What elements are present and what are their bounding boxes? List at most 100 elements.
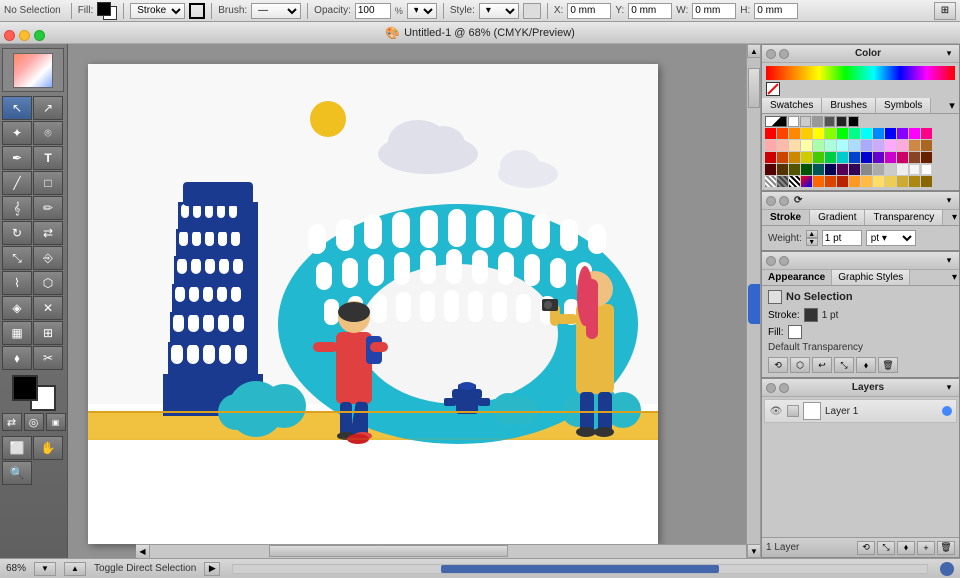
gray-swatch[interactable]	[800, 116, 811, 127]
swatch[interactable]	[873, 164, 884, 175]
swatch[interactable]	[849, 176, 860, 187]
swatch[interactable]	[825, 128, 836, 139]
opacity-input[interactable]: 100	[355, 3, 391, 19]
swatch[interactable]	[849, 140, 860, 151]
stroke-color-swatch[interactable]	[804, 308, 818, 322]
layers-panel-min[interactable]	[779, 383, 789, 393]
swatches-tab[interactable]: Swatches	[762, 98, 822, 113]
mac-minimize-btn[interactable]	[19, 30, 30, 41]
h-input[interactable]: 0 mm	[754, 3, 798, 19]
swatch[interactable]	[873, 176, 884, 187]
swatch[interactable]	[909, 176, 920, 187]
swatch[interactable]	[813, 128, 824, 139]
direct-selection-tool-btn[interactable]: ↗	[33, 96, 63, 120]
swatch[interactable]	[921, 176, 932, 187]
swatch[interactable]	[825, 164, 836, 175]
color-mode-btn[interactable]: ▣	[46, 413, 66, 431]
stroke-panel-min[interactable]	[779, 196, 789, 206]
swatch[interactable]	[765, 128, 776, 139]
progress-thumb[interactable]	[441, 565, 718, 573]
toggle-arrow-btn[interactable]: ▶	[204, 562, 220, 576]
eyedropper-btn[interactable]: ◈	[2, 296, 32, 320]
appearance-copy-btn[interactable]: ↩	[812, 357, 832, 373]
swatch[interactable]	[885, 152, 896, 163]
swatch[interactable]	[861, 128, 872, 139]
layer-lock-btn[interactable]	[787, 405, 799, 417]
med-gray-swatch[interactable]	[812, 116, 823, 127]
color-tabs-expand[interactable]: ▾	[945, 98, 959, 113]
stroke-tab[interactable]: Stroke	[762, 210, 810, 225]
swatch[interactable]	[885, 164, 896, 175]
panel-collapse-tab[interactable]	[748, 284, 760, 324]
layer-target-indicator[interactable]	[942, 406, 952, 416]
swatch[interactable]	[861, 140, 872, 151]
weight-input[interactable]: 1 pt	[822, 230, 862, 246]
swatch[interactable]	[921, 164, 932, 175]
swatch[interactable]	[765, 164, 776, 175]
style-preview[interactable]	[523, 3, 541, 19]
gradient-swatch[interactable]	[801, 176, 812, 187]
appearance-expand-btn[interactable]: ▾	[950, 270, 959, 285]
move-to-new-layer-btn[interactable]: ⬧	[897, 541, 915, 555]
stroke-panel-close[interactable]	[766, 196, 776, 206]
measure-btn[interactable]: ✕	[33, 296, 63, 320]
swatch[interactable]	[897, 128, 908, 139]
swatch[interactable]	[789, 128, 800, 139]
swatch[interactable]	[825, 176, 836, 187]
black-swatch[interactable]	[848, 116, 859, 127]
appearance-panel-close[interactable]	[766, 256, 776, 266]
swatch[interactable]	[837, 176, 848, 187]
swatch[interactable]	[801, 128, 812, 139]
swatch[interactable]	[909, 140, 920, 151]
stroke-select[interactable]: Stroke	[130, 3, 185, 19]
layer-visibility-btn[interactable]: 👁	[769, 404, 783, 418]
style-select[interactable]: ▾	[479, 3, 519, 19]
swatch[interactable]	[909, 152, 920, 163]
pen-btn[interactable]: ✒	[2, 146, 32, 170]
swatch[interactable]	[897, 164, 908, 175]
appearance-panel-menu[interactable]: ▾	[943, 255, 955, 267]
dark-gray-swatch[interactable]	[824, 116, 835, 127]
hand-btn[interactable]: ✋	[33, 436, 63, 460]
color-gradient-bar[interactable]	[766, 66, 955, 80]
swatch[interactable]	[909, 128, 920, 139]
stroke-panel-expand[interactable]: ▾	[950, 210, 959, 225]
swatch[interactable]	[825, 152, 836, 163]
reflect-btn[interactable]: ⇄	[33, 221, 63, 245]
type-btn[interactable]: T	[33, 146, 63, 170]
mesh-btn[interactable]: ⊞	[33, 321, 63, 345]
rectangle-btn[interactable]: □	[33, 171, 63, 195]
swatch[interactable]	[825, 140, 836, 151]
swatch[interactable]	[789, 164, 800, 175]
swatch[interactable]	[777, 152, 788, 163]
swatch[interactable]	[849, 164, 860, 175]
white-swatch[interactable]	[788, 116, 799, 127]
swatch[interactable]	[777, 140, 788, 151]
stroke-unit-select[interactable]: pt ▾	[866, 230, 916, 246]
zoom-btn[interactable]: 🔍	[2, 461, 32, 485]
delete-layer-btn[interactable]: 🗑	[937, 541, 955, 555]
swatch[interactable]	[801, 140, 812, 151]
swap-colors-btn[interactable]: ⇄	[2, 413, 22, 431]
fill-color-swatch[interactable]	[788, 325, 802, 339]
stroke-panel-menu[interactable]: ▾	[943, 195, 955, 207]
weight-up-btn[interactable]: ▲	[806, 230, 818, 238]
layers-panel-close[interactable]	[766, 383, 776, 393]
opacity-mode[interactable]: ▾	[407, 3, 437, 19]
new-layer-btn[interactable]: +	[917, 541, 935, 555]
swatch[interactable]	[801, 164, 812, 175]
pattern-swatch[interactable]	[789, 176, 800, 187]
mac-maximize-btn[interactable]	[34, 30, 45, 41]
y-input[interactable]: 0 mm	[628, 3, 672, 19]
swatch[interactable]	[885, 176, 896, 187]
swatch[interactable]	[861, 152, 872, 163]
selection-tool-btn[interactable]: ↖	[2, 96, 32, 120]
swatch[interactable]	[873, 152, 884, 163]
symbols-tab[interactable]: Symbols	[876, 98, 931, 113]
live-paint-btn[interactable]: ⬧	[2, 346, 32, 370]
swatch[interactable]	[777, 128, 788, 139]
lasso-btn[interactable]: ⌾	[33, 121, 63, 145]
color-none-indicator[interactable]	[766, 82, 780, 96]
swatch[interactable]	[777, 164, 788, 175]
x-input[interactable]: 0 mm	[567, 3, 611, 19]
